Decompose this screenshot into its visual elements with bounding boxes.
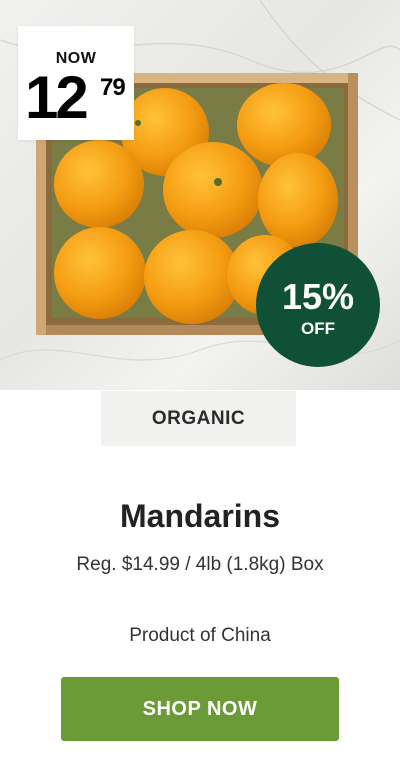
price-badge: NOW 12 79	[18, 26, 134, 140]
discount-percent: 15%	[281, 276, 355, 317]
price-dollars: 12	[25, 64, 89, 131]
discount-badge: 15% OFF	[256, 243, 380, 367]
regular-price-line: Reg. $14.99 / 4lb (1.8kg) Box	[76, 554, 324, 575]
price-cents: 79	[100, 74, 126, 101]
shop-now-button[interactable]: SHOP NOW	[61, 677, 339, 741]
product-origin: Product of China	[129, 625, 271, 646]
product-title: Mandarins	[119, 498, 281, 534]
organic-tag: ORGANIC	[101, 391, 296, 446]
discount-suffix: OFF	[301, 319, 335, 338]
promo-card: NOW 12 79 15% OFF ORGANIC Mandarins Reg.…	[0, 0, 400, 772]
